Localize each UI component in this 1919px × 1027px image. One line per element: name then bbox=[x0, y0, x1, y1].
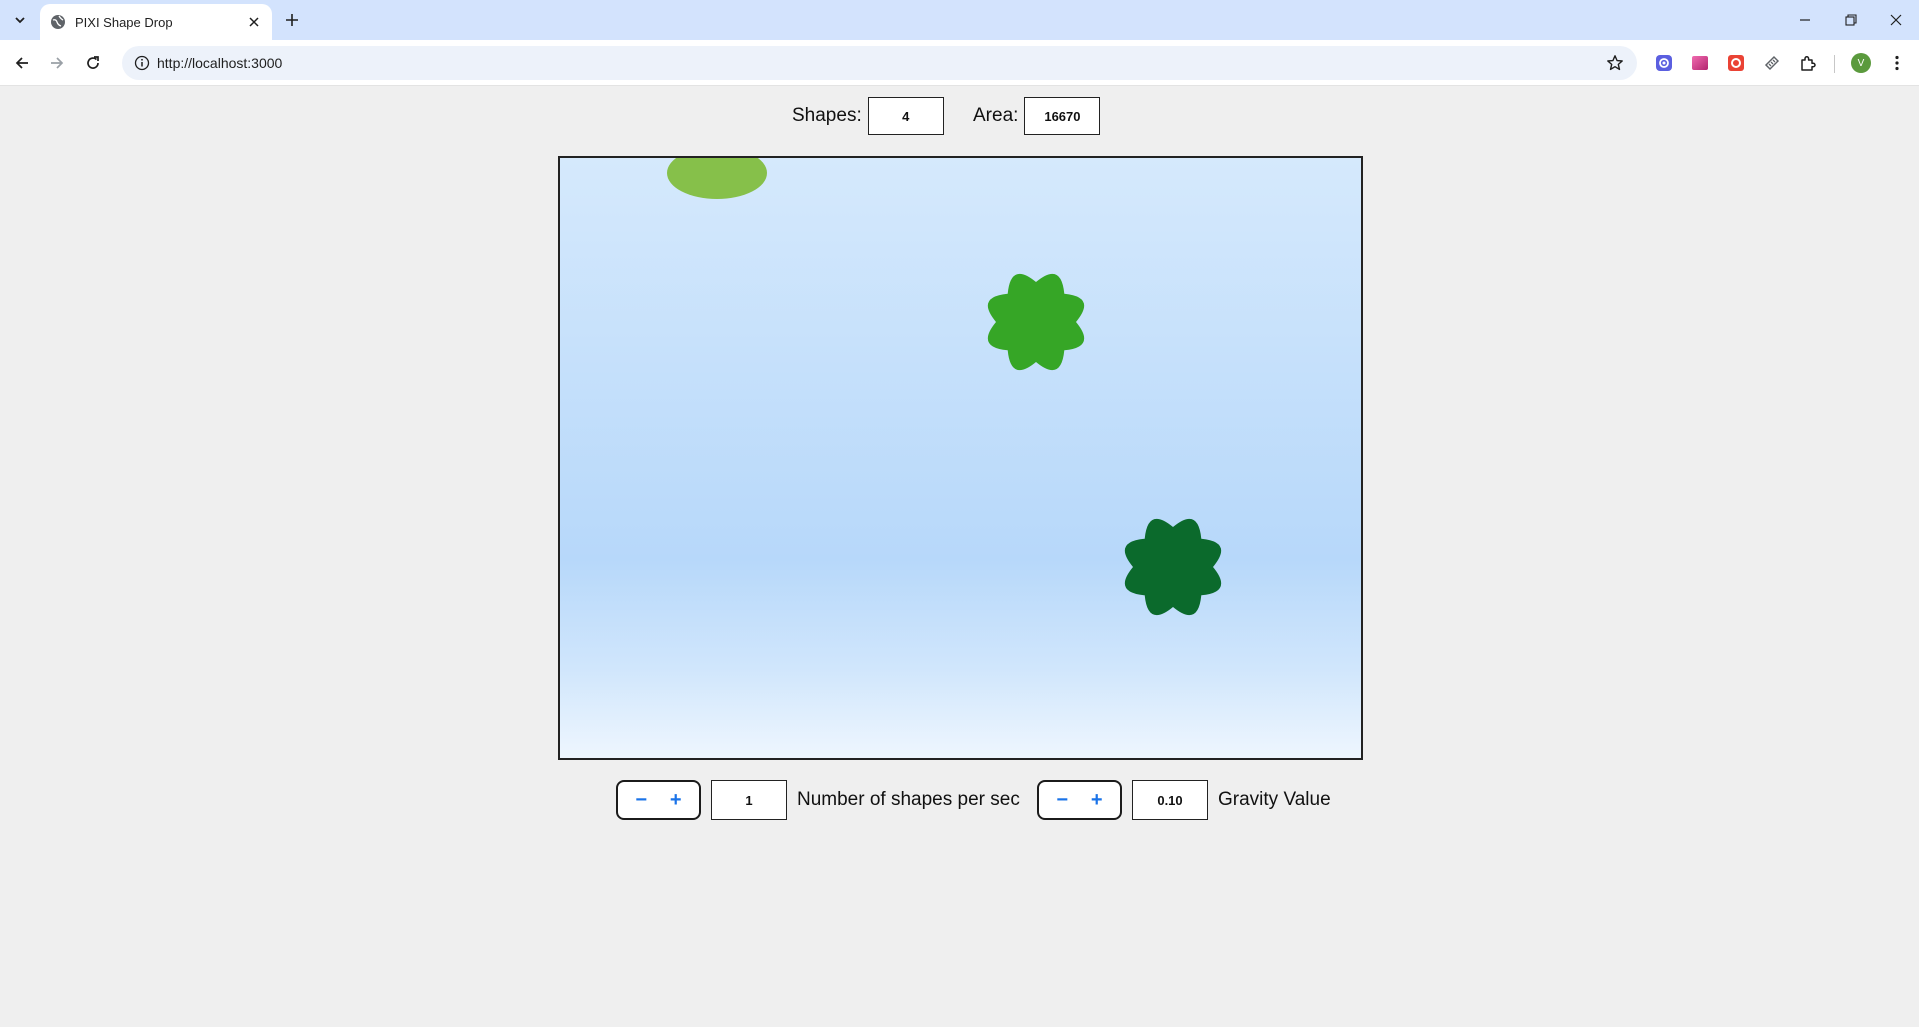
restore-button[interactable] bbox=[1828, 0, 1874, 40]
shape-ellipse[interactable] bbox=[667, 158, 767, 199]
tab-strip: PIXI Shape Drop bbox=[0, 0, 1919, 40]
rate-control: − + 1 Number of shapes per sec bbox=[616, 780, 1020, 820]
new-tab-button[interactable] bbox=[280, 8, 304, 32]
forward-button[interactable] bbox=[41, 47, 73, 79]
rate-increase-button[interactable]: + bbox=[664, 788, 688, 812]
close-icon bbox=[1890, 14, 1902, 26]
area-label: Area: bbox=[973, 105, 1019, 126]
rate-value-field[interactable]: 1 bbox=[711, 780, 787, 820]
browser-menu-button[interactable] bbox=[1885, 51, 1909, 75]
extension-record-icon bbox=[1728, 55, 1744, 71]
restore-icon bbox=[1845, 14, 1857, 26]
extension-ruler-icon bbox=[1764, 55, 1780, 71]
reload-button[interactable] bbox=[77, 47, 109, 79]
shapes-layer bbox=[667, 158, 1222, 616]
tab-title: PIXI Shape Drop bbox=[75, 14, 173, 30]
shape-flower[interactable] bbox=[987, 273, 1085, 371]
extension-2[interactable] bbox=[1688, 51, 1712, 75]
browser-toolbar: http://localhost:3000 V bbox=[0, 40, 1919, 86]
info-icon bbox=[134, 55, 150, 71]
more-vertical-icon bbox=[1895, 55, 1899, 71]
tab-close-button[interactable] bbox=[244, 12, 264, 32]
rate-decrease-button[interactable]: − bbox=[629, 788, 653, 812]
gravity-increase-button[interactable]: + bbox=[1085, 788, 1109, 812]
chevron-down-icon bbox=[15, 17, 25, 24]
extension-1[interactable] bbox=[1652, 51, 1676, 75]
stats-area: Area: 16670 bbox=[973, 97, 1101, 135]
extension-gradient-icon bbox=[1692, 56, 1708, 70]
arrow-right-icon bbox=[51, 57, 64, 69]
tab-search-button[interactable] bbox=[8, 8, 32, 32]
extension-4[interactable] bbox=[1760, 51, 1784, 75]
bookmark-button[interactable] bbox=[1603, 51, 1627, 75]
reload-icon bbox=[87, 56, 99, 69]
back-button[interactable] bbox=[6, 47, 38, 79]
star-icon bbox=[1607, 55, 1623, 71]
gravity-stepper: − + bbox=[1037, 780, 1122, 820]
profile-avatar[interactable]: V bbox=[1851, 53, 1871, 73]
plus-icon bbox=[286, 14, 298, 26]
minimize-icon bbox=[1800, 19, 1810, 21]
puzzle-icon bbox=[1801, 55, 1816, 71]
avatar-letter: V bbox=[1857, 57, 1865, 69]
close-icon bbox=[249, 17, 259, 27]
toolbar-separator bbox=[1834, 55, 1835, 73]
shape-flower[interactable] bbox=[1124, 518, 1222, 616]
rate-stepper: − + bbox=[616, 780, 701, 820]
gravity-decrease-button[interactable]: − bbox=[1050, 788, 1074, 812]
globe-icon bbox=[51, 15, 65, 29]
minimize-button[interactable] bbox=[1782, 0, 1828, 40]
rate-label: Number of shapes per sec bbox=[797, 789, 1020, 810]
gravity-control: − + 0.10 Gravity Value bbox=[1037, 780, 1331, 820]
site-info-button[interactable] bbox=[130, 51, 154, 75]
extensions-menu-button[interactable] bbox=[1796, 51, 1820, 75]
address-bar[interactable]: http://localhost:3000 bbox=[122, 46, 1637, 80]
gravity-label: Gravity Value bbox=[1218, 789, 1331, 810]
active-tab[interactable]: PIXI Shape Drop bbox=[40, 4, 272, 40]
gravity-value-field[interactable]: 0.10 bbox=[1132, 780, 1208, 820]
shape-canvas[interactable] bbox=[558, 156, 1363, 760]
area-value-field: 16670 bbox=[1024, 97, 1101, 135]
close-window-button[interactable] bbox=[1873, 0, 1919, 40]
shapes-label: Shapes: bbox=[792, 105, 862, 126]
arrow-left-icon bbox=[15, 57, 28, 69]
shapes-count-field: 4 bbox=[867, 97, 944, 135]
extension-gear-icon bbox=[1656, 55, 1672, 71]
url-text: http://localhost:3000 bbox=[157, 55, 283, 71]
extension-3[interactable] bbox=[1724, 51, 1748, 75]
stats-shapes: Shapes: 4 bbox=[792, 97, 944, 135]
